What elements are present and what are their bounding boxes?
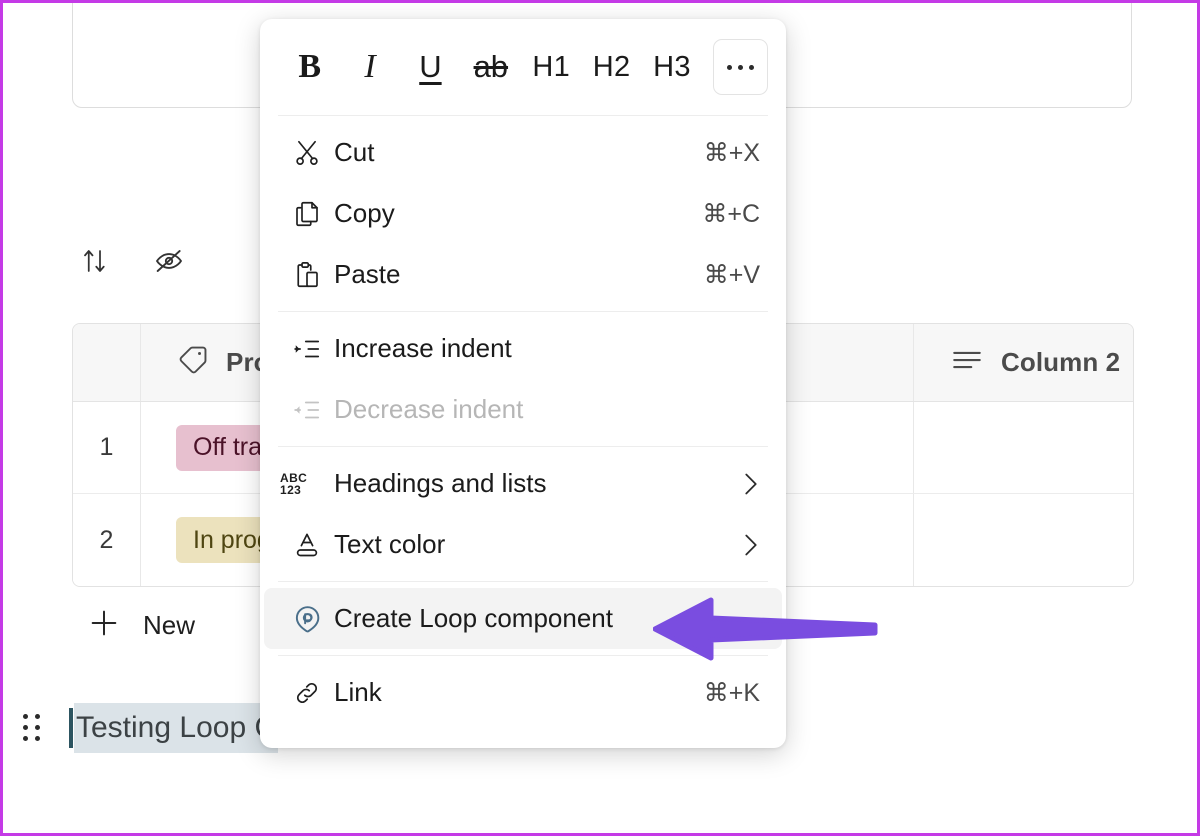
column-header-label: Column 2 <box>1001 347 1120 378</box>
tag-icon <box>176 343 210 382</box>
abc123-icon: ABC123 <box>280 472 334 496</box>
menu-group-loop: Create Loop component <box>260 582 786 655</box>
menu-group-clipboard: Cut ⌘+X Copy ⌘+C <box>260 116 786 311</box>
menu-item-link[interactable]: Link ⌘+K <box>264 662 782 723</box>
column-header-column2[interactable]: Column 2 <box>914 324 1133 401</box>
menu-item-label: Link <box>334 677 704 708</box>
document-paragraph[interactable]: Testing Loop C <box>23 703 278 753</box>
increase-indent-icon <box>280 334 334 364</box>
cell-column2[interactable] <box>914 494 1133 586</box>
menu-item-shortcut: ⌘+X <box>704 138 762 168</box>
menu-item-headings-and-lists[interactable]: ABC123 Headings and lists <box>264 453 782 514</box>
row-number: 1 <box>73 402 141 493</box>
menu-group-styles: ABC123 Headings and lists Text color <box>260 447 786 581</box>
more-options-button[interactable] <box>713 39 768 95</box>
menu-item-shortcut: ⌘+K <box>704 678 762 708</box>
menu-item-decrease-indent: Decrease indent <box>264 379 782 440</box>
menu-group-indent: Increase indent Decrease indent <box>260 312 786 446</box>
bold-button[interactable]: B <box>282 39 337 95</box>
selected-text[interactable]: Testing Loop C <box>74 703 278 753</box>
text-cursor <box>69 708 73 748</box>
chevron-right-icon <box>728 532 762 558</box>
menu-item-shortcut: ⌘+V <box>704 260 762 290</box>
selected-text-wrap: Testing Loop C <box>69 703 278 753</box>
menu-item-label: Copy <box>334 198 702 229</box>
hide-icon[interactable] <box>149 241 189 281</box>
strikethrough-button[interactable]: ab <box>463 39 518 95</box>
clipboard-icon <box>280 260 334 290</box>
menu-item-cut[interactable]: Cut ⌘+X <box>264 122 782 183</box>
screenshot-frame: Pro Column 2 1 Off trac <box>0 0 1200 836</box>
menu-item-label: Headings and lists <box>334 468 728 499</box>
menu-item-copy[interactable]: Copy ⌘+C <box>264 183 782 244</box>
heading1-button[interactable]: H1 <box>524 39 579 95</box>
menu-group-link: Link ⌘+K <box>260 656 786 729</box>
text-lines-icon <box>950 345 984 380</box>
italic-button[interactable]: I <box>342 39 397 95</box>
add-new-row-button[interactable]: New <box>87 606 195 645</box>
menu-item-label: Create Loop component <box>334 603 760 634</box>
add-new-row-label: New <box>143 610 195 641</box>
underline-button[interactable]: U <box>403 39 458 95</box>
format-toolbar: B I U ab H1 H2 H3 <box>260 19 786 115</box>
row-number: 2 <box>73 494 141 586</box>
menu-item-create-loop-component[interactable]: Create Loop component <box>264 588 782 649</box>
link-icon <box>280 678 334 708</box>
drag-handle-icon[interactable] <box>23 715 43 741</box>
formatting-context-menu: B I U ab H1 H2 H3 Cut ⌘+X <box>260 19 786 748</box>
cell-column2[interactable] <box>914 402 1133 493</box>
decrease-indent-icon <box>280 395 334 425</box>
menu-item-label: Decrease indent <box>334 394 760 425</box>
chevron-right-icon <box>728 471 762 497</box>
row-number-header <box>73 324 141 401</box>
table-toolbar <box>75 235 189 287</box>
heading3-button[interactable]: H3 <box>644 39 699 95</box>
sort-icon[interactable] <box>75 241 115 281</box>
menu-item-label: Text color <box>334 529 728 560</box>
text-color-icon <box>280 530 334 560</box>
menu-item-increase-indent[interactable]: Increase indent <box>264 318 782 379</box>
heading2-button[interactable]: H2 <box>584 39 639 95</box>
copy-icon <box>280 199 334 229</box>
plus-icon <box>87 606 121 645</box>
menu-item-label: Increase indent <box>334 333 760 364</box>
scissors-icon <box>280 138 334 168</box>
menu-item-shortcut: ⌘+C <box>702 199 762 229</box>
menu-item-paste[interactable]: Paste ⌘+V <box>264 244 782 305</box>
loop-icon <box>280 603 334 635</box>
menu-item-text-color[interactable]: Text color <box>264 514 782 575</box>
menu-item-label: Cut <box>334 137 704 168</box>
menu-item-label: Paste <box>334 259 704 290</box>
